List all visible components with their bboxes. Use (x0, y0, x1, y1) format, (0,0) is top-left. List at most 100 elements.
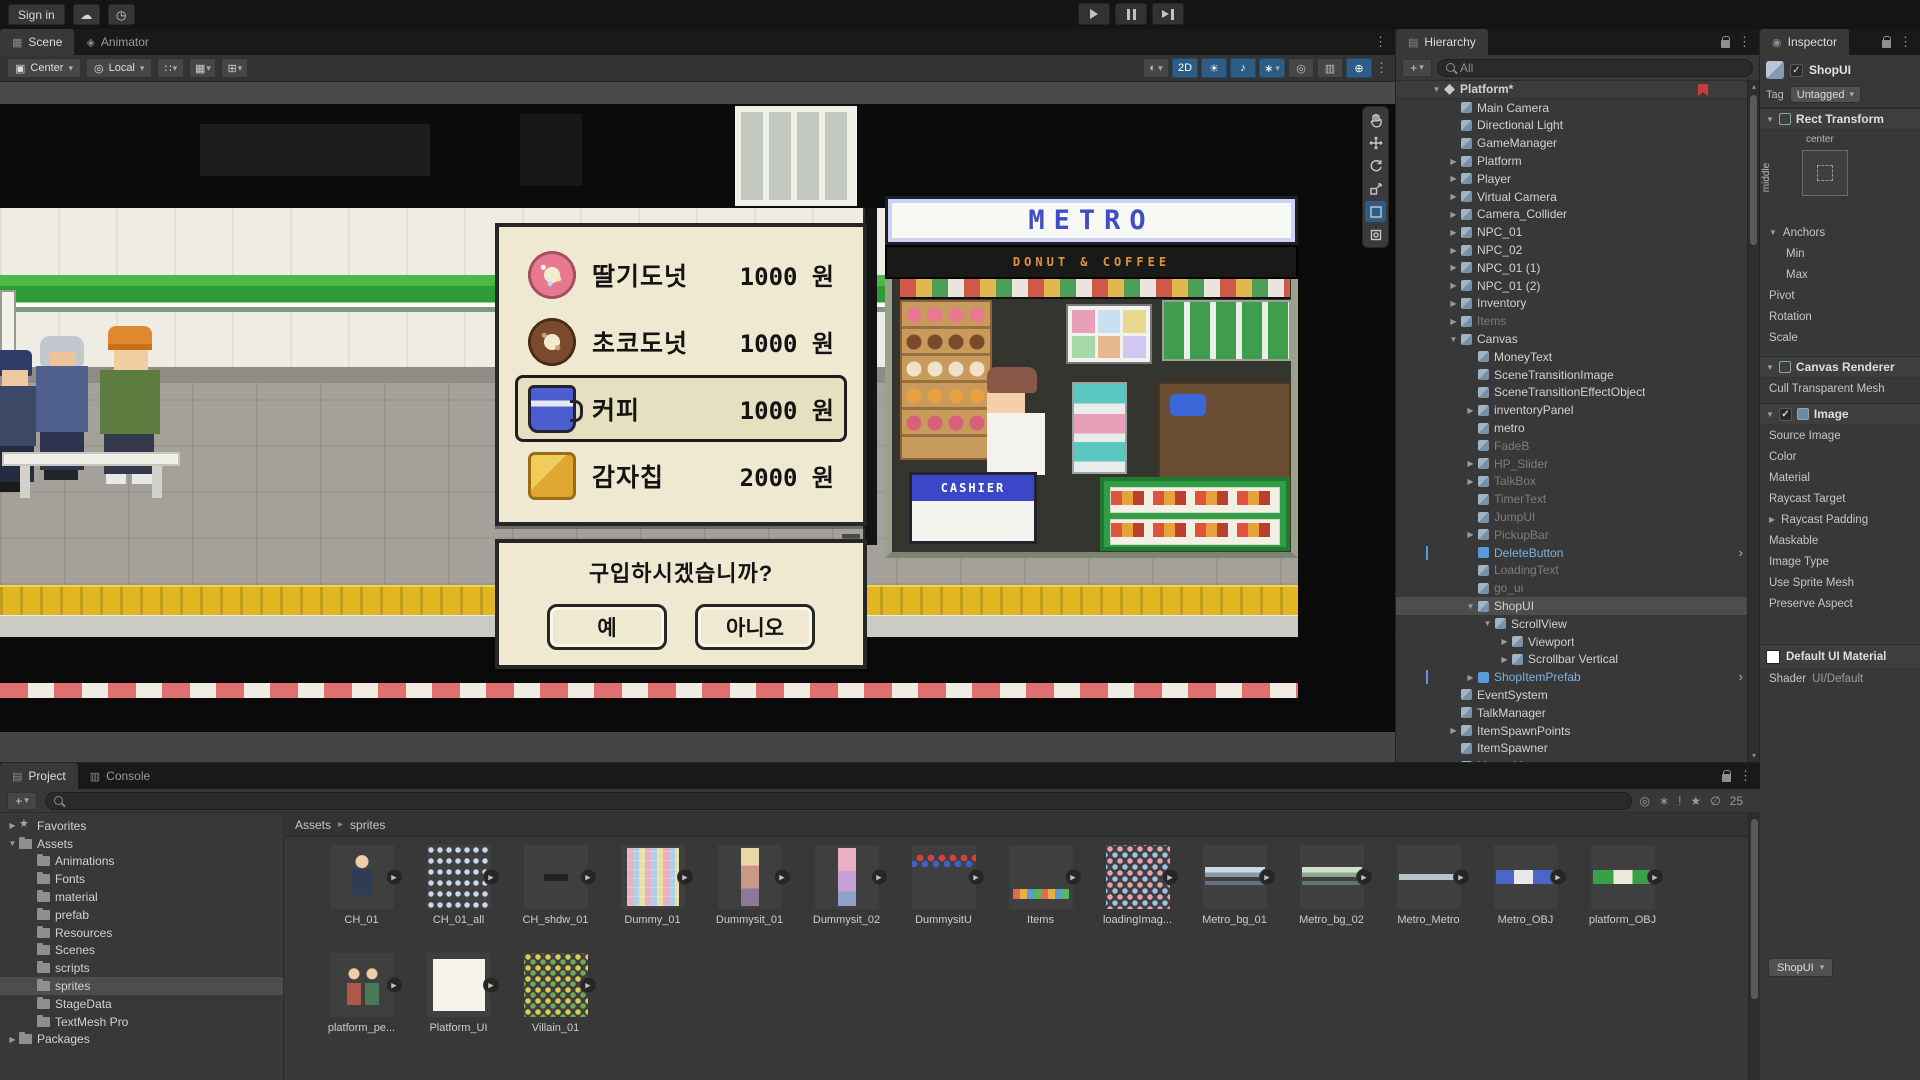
hierarchy-row[interactable]: ▶ Platform (1396, 152, 1748, 170)
camera-settings-button[interactable]: ▥ (1317, 58, 1343, 78)
hierarchy-row[interactable]: ▶ Items (1396, 312, 1748, 330)
hierarchy-row[interactable]: ▼ ShopUI (1396, 597, 1748, 615)
tab-console[interactable]: ▥ Console (78, 763, 162, 789)
hierarchy-row[interactable]: go_ui (1396, 579, 1748, 597)
hierarchy-row[interactable]: ▼ Platform* (1396, 81, 1748, 99)
expand-arrow-icon[interactable]: ▶ (6, 821, 19, 830)
scene-viewport[interactable]: METRO DONUT & COFFEE (0, 82, 1395, 762)
asset-item[interactable]: ▶ platform_OBJ (1574, 843, 1671, 951)
filter-by-label-icon[interactable]: ∗ (1659, 794, 1669, 808)
asset-thumbnail[interactable] (1203, 845, 1267, 909)
asset-thumbnail[interactable] (912, 845, 976, 909)
project-tree-row[interactable]: prefab (0, 906, 283, 924)
hierarchy-row[interactable]: ▶ Inventory (1396, 295, 1748, 313)
asset-thumbnail[interactable] (1300, 845, 1364, 909)
tab-project[interactable]: ▤ Project (0, 763, 78, 789)
hidden-packages-icon[interactable]: ∅ (1710, 794, 1720, 808)
asset-item[interactable]: ▶ Dummysit_01 (701, 843, 798, 951)
scroll-up-icon[interactable]: ▴ (1748, 81, 1760, 93)
rect-transform-header[interactable]: ▼ Rect Transform (1760, 108, 1920, 130)
asset-expand-icon[interactable]: ▶ (871, 869, 888, 886)
raycast-padding-row[interactable]: ▶Raycast Padding (1760, 509, 1920, 530)
yes-button[interactable]: 예 (547, 604, 667, 650)
anchor-preset-widget[interactable] (1802, 150, 1848, 196)
tab-hierarchy[interactable]: ▤ Hierarchy (1396, 29, 1488, 55)
asset-thumbnail[interactable] (427, 953, 491, 1017)
fold-arrow-icon[interactable]: ▼ (1766, 115, 1774, 124)
asset-item[interactable]: ▶ CH_01_all (410, 843, 507, 951)
expand-arrow-icon[interactable]: ▶ (1447, 157, 1460, 166)
asset-expand-icon[interactable]: ▶ (386, 977, 403, 994)
breadcrumb-current[interactable]: sprites (350, 818, 385, 832)
tool-handle-rotation-dropdown[interactable]: ◎ Local ▾ (86, 58, 152, 78)
expand-arrow-icon[interactable]: ▶ (1464, 530, 1477, 539)
asset-item[interactable]: ▶ Metro_Metro (1380, 843, 1477, 951)
expand-arrow-icon[interactable]: ▶ (1447, 228, 1460, 237)
scroll-down-icon[interactable]: ▾ (1748, 750, 1760, 762)
hand-tool-button[interactable] (1365, 109, 1386, 130)
expand-arrow-icon[interactable]: ▶ (1447, 317, 1460, 326)
scene-lighting-toggle[interactable]: ☀ (1201, 58, 1227, 78)
asset-thumbnail[interactable] (524, 953, 588, 1017)
expand-arrow-icon[interactable]: ▶ (1447, 210, 1460, 219)
component-enabled-checkbox[interactable]: ✓ (1779, 408, 1792, 421)
asset-item[interactable]: ▶ Platform_UI (410, 951, 507, 1059)
project-search-input[interactable] (45, 792, 1632, 810)
move-tool-button[interactable] (1365, 132, 1386, 153)
hierarchy-row[interactable]: ▶ Player (1396, 170, 1748, 188)
expand-arrow-icon[interactable]: ▶ (1464, 459, 1477, 468)
asset-item[interactable]: ▶ Metro_bg_01 (1186, 843, 1283, 951)
assetbundle-dropdown[interactable]: ShopUI▾ (1768, 958, 1833, 977)
hierarchy-row[interactable]: ▶ ShopItemPrefab › (1396, 668, 1748, 686)
asset-expand-icon[interactable]: ▶ (1162, 869, 1179, 886)
hierarchy-row[interactable]: EventSystem (1396, 686, 1748, 704)
kebab-menu-icon[interactable]: ⋮ (1739, 768, 1752, 784)
project-tree-row[interactable]: ▼ Assets (0, 835, 283, 853)
fold-arrow-icon[interactable]: ▼ (1766, 363, 1774, 372)
sign-in-button[interactable]: Sign in (8, 4, 65, 25)
asset-thumbnail[interactable] (427, 845, 491, 909)
asset-thumbnail[interactable] (330, 953, 394, 1017)
rotate-tool-button[interactable] (1365, 155, 1386, 176)
hierarchy-row[interactable]: ItemSpawner (1396, 739, 1748, 757)
shop-menu-item[interactable]: 감자칩 2000 원 (515, 442, 847, 509)
hierarchy-row[interactable]: ▶ HP_Slider (1396, 455, 1748, 473)
asset-thumbnail[interactable] (1009, 845, 1073, 909)
increment-snap-button[interactable]: ⊞▾ (221, 58, 248, 78)
asset-expand-icon[interactable]: ▶ (580, 977, 597, 994)
asset-expand-icon[interactable]: ▶ (483, 977, 500, 994)
hierarchy-row[interactable]: TimerText (1396, 490, 1748, 508)
image-component-header[interactable]: ▼ ✓ Image (1760, 403, 1920, 425)
expand-arrow-icon[interactable]: ▶ (1464, 477, 1477, 486)
expand-arrow-icon[interactable]: ▶ (1447, 263, 1460, 272)
favorites-star-icon[interactable]: ★ (1690, 794, 1701, 808)
rect-tool-button[interactable] (1365, 201, 1386, 222)
hierarchy-scrollbar[interactable]: ▴ ▾ (1747, 81, 1759, 762)
expand-arrow-icon[interactable]: ▶ (1447, 299, 1460, 308)
project-tree-row[interactable]: StageData (0, 995, 283, 1013)
hierarchy-row[interactable]: Main Camera (1396, 99, 1748, 117)
hierarchy-row[interactable]: ▶ TalkBox (1396, 473, 1748, 491)
asset-item[interactable]: ▶ Villain_01 (507, 951, 604, 1059)
hierarchy-row[interactable]: ▶ NPC_01 (1396, 223, 1748, 241)
asset-thumbnail[interactable] (524, 845, 588, 909)
asset-expand-icon[interactable]: ▶ (1453, 869, 1470, 886)
project-tree-row[interactable]: sprites (0, 977, 283, 995)
asset-thumbnail[interactable] (330, 845, 394, 909)
asset-expand-icon[interactable]: ▶ (386, 869, 403, 886)
kebab-menu-icon[interactable]: ⋮ (1899, 34, 1912, 50)
hierarchy-row[interactable]: SceneTransitionImage (1396, 366, 1748, 384)
project-tree-row[interactable]: Animations (0, 853, 283, 871)
asset-thumbnail[interactable] (815, 845, 879, 909)
hierarchy-row[interactable]: MoneyText (1396, 348, 1748, 366)
asset-item[interactable]: ▶ DummysitU (895, 843, 992, 951)
draw-mode-dropdown[interactable]: ◐▾ (1143, 58, 1169, 78)
expand-arrow-icon[interactable]: ▼ (1481, 619, 1494, 628)
expand-arrow-icon[interactable]: ▶ (1447, 192, 1460, 201)
asset-item[interactable]: ▶ Dummy_01 (604, 843, 701, 951)
asset-item[interactable]: ▶ Metro_bg_02 (1283, 843, 1380, 951)
hierarchy-row[interactable]: JumpUI (1396, 508, 1748, 526)
asset-thumbnail[interactable] (718, 845, 782, 909)
expand-arrow-icon[interactable]: ▼ (6, 839, 19, 848)
hierarchy-row[interactable]: FadeB (1396, 437, 1748, 455)
